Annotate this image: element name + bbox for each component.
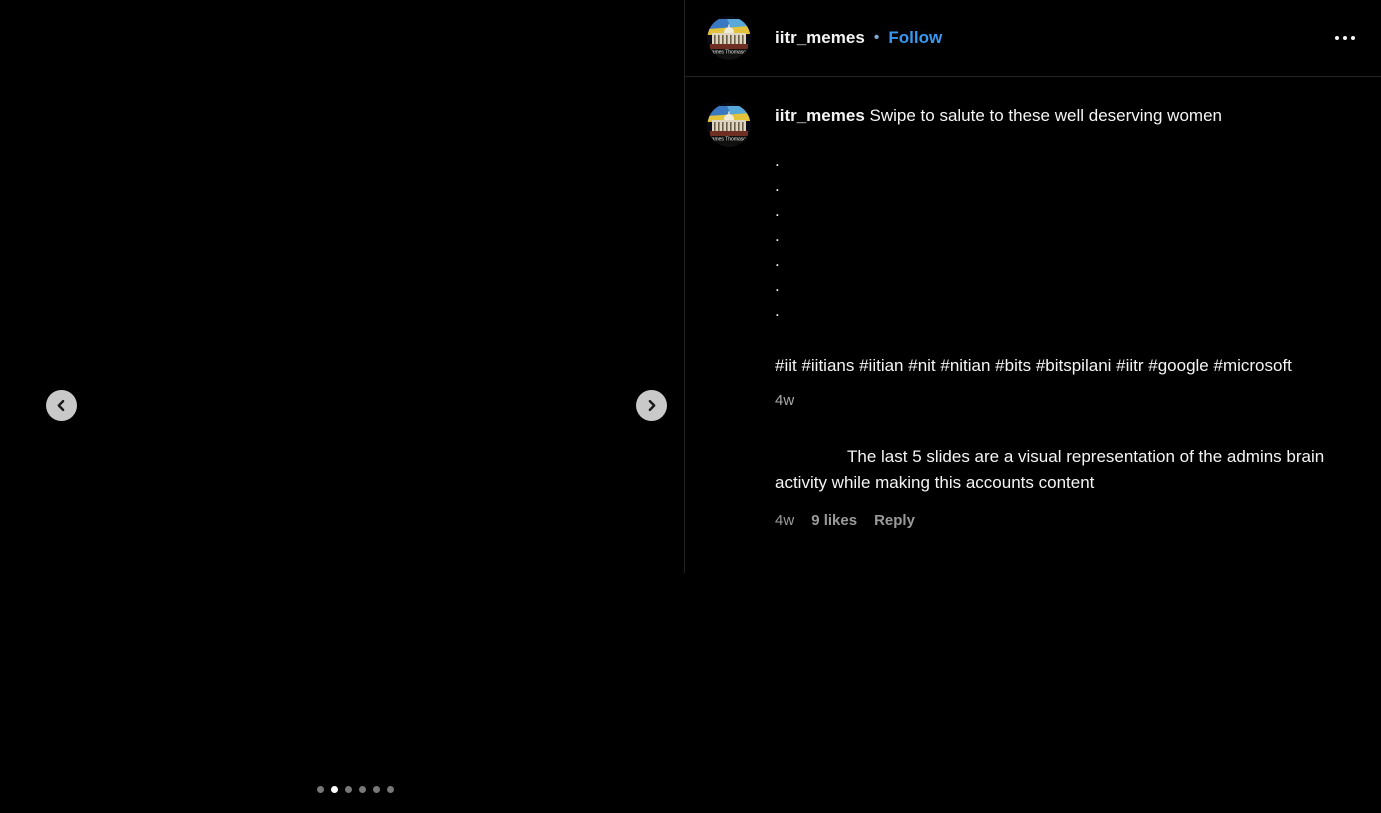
caption-hashtags[interactable]: #iit #iitians #iitian #nit #nitian #bits… <box>775 353 1330 378</box>
caption-dot-line: . <box>775 248 1330 273</box>
caption-dot-line: . <box>775 273 1330 298</box>
caption-dot-line: . <box>775 173 1330 198</box>
comment-column: The last 5 slides are a visual represent… <box>775 444 1330 534</box>
caption-dot-line: . <box>775 298 1330 323</box>
caption-timestamp: 4w <box>775 391 1330 411</box>
chevron-left-icon <box>55 399 68 412</box>
avatar-image-icon: James Thomason <box>707 16 751 60</box>
caption-dot-line: . <box>775 198 1330 223</box>
caption-text: Swipe to salute to these well deserving … <box>870 106 1222 125</box>
comment-likes[interactable]: 9 likes <box>811 508 857 534</box>
header-username[interactable]: iitr_memes <box>775 28 865 48</box>
chevron-right-icon <box>645 399 658 412</box>
comment-meta: 4w 9 likes Reply <box>775 508 1330 534</box>
carousel-dot[interactable] <box>345 786 352 793</box>
post-details-pane: James Thomason iitr_memes • Follow <box>685 0 1381 813</box>
caption-column: iitr_memes Swipe to salute to these well… <box>775 103 1330 411</box>
caption-avatar[interactable]: James Thomason <box>707 103 751 147</box>
comment-text: The last 5 slides are a visual represent… <box>775 444 1330 496</box>
follow-button[interactable]: Follow <box>888 28 942 48</box>
caption-dot-line: . <box>775 148 1330 173</box>
carousel-prev-button[interactable] <box>46 390 77 421</box>
comment-row: The last 5 slides are a visual represent… <box>707 444 1381 534</box>
caption-row: James Thomason iitr_memes Swipe to salut… <box>707 103 1381 411</box>
post-header: James Thomason iitr_memes • Follow <box>685 0 1381 77</box>
carousel-dot[interactable] <box>359 786 366 793</box>
caption-dot-line: . <box>775 223 1330 248</box>
comment-avatar-slot <box>707 444 775 534</box>
carousel-dots <box>317 786 394 793</box>
comment-reply-button[interactable]: Reply <box>874 508 915 534</box>
header-separator-dot: • <box>874 29 880 47</box>
comment-timestamp: 4w <box>775 508 794 534</box>
media-pane <box>0 0 684 813</box>
carousel-dot[interactable] <box>331 786 338 793</box>
caption-username[interactable]: iitr_memes <box>775 106 865 125</box>
post-body: James Thomason iitr_memes Swipe to salut… <box>685 77 1381 534</box>
avatar-image-icon: James Thomason <box>707 103 751 147</box>
more-options-button[interactable] <box>1333 30 1357 46</box>
profile-avatar[interactable]: James Thomason <box>707 16 751 60</box>
caption-dot-lines: ....... <box>775 148 1330 323</box>
carousel-dot[interactable] <box>373 786 380 793</box>
ellipsis-icon <box>1335 36 1355 40</box>
carousel-next-button[interactable] <box>636 390 667 421</box>
caption-text-line: iitr_memes Swipe to salute to these well… <box>775 103 1330 128</box>
carousel-dot[interactable] <box>317 786 324 793</box>
carousel-dot[interactable] <box>387 786 394 793</box>
